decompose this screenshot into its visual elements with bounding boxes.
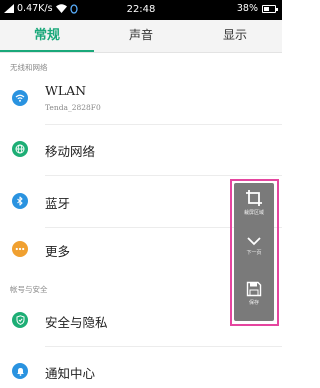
bluetooth-title: 蓝牙 — [45, 196, 71, 211]
status-bar: 0.47K/s 22:48 38% — [0, 0, 282, 20]
highlight-frame — [230, 179, 279, 326]
mobile-network-title: 移动网络 — [45, 144, 96, 159]
section-header-wireless: 无线和网络 — [10, 63, 48, 72]
wifi-icon — [12, 90, 28, 106]
settings-tabs: 常规 声音 显示 — [0, 20, 282, 53]
section-header-account: 帐号与安全 — [10, 285, 48, 294]
tab-general[interactable]: 常规 — [0, 20, 94, 52]
notifications-title: 通知中心 — [45, 366, 96, 381]
bell-icon — [12, 363, 28, 379]
list-item-notifications[interactable]: 通知中心 — [0, 346, 282, 388]
shield-icon — [12, 312, 28, 328]
status-right: 38% — [236, 3, 278, 14]
battery-percent: 38% — [236, 3, 258, 14]
more-title: 更多 — [45, 244, 71, 259]
tab-sound[interactable]: 声音 — [94, 20, 188, 52]
wlan-subtitle: Tenda_2828F0 — [45, 103, 101, 112]
list-item-wlan[interactable]: WLAN Tenda_2828F0 — [0, 73, 282, 125]
security-title: 安全与隐私 — [45, 315, 108, 330]
battery-fill — [264, 6, 269, 11]
bluetooth-icon — [12, 193, 28, 209]
tab-display[interactable]: 显示 — [188, 20, 282, 52]
wlan-title: WLAN — [45, 83, 87, 98]
more-icon — [12, 241, 28, 257]
list-item-mobile-network[interactable]: 移动网络 — [0, 124, 282, 176]
globe-icon — [12, 141, 28, 157]
battery-icon — [262, 4, 278, 13]
